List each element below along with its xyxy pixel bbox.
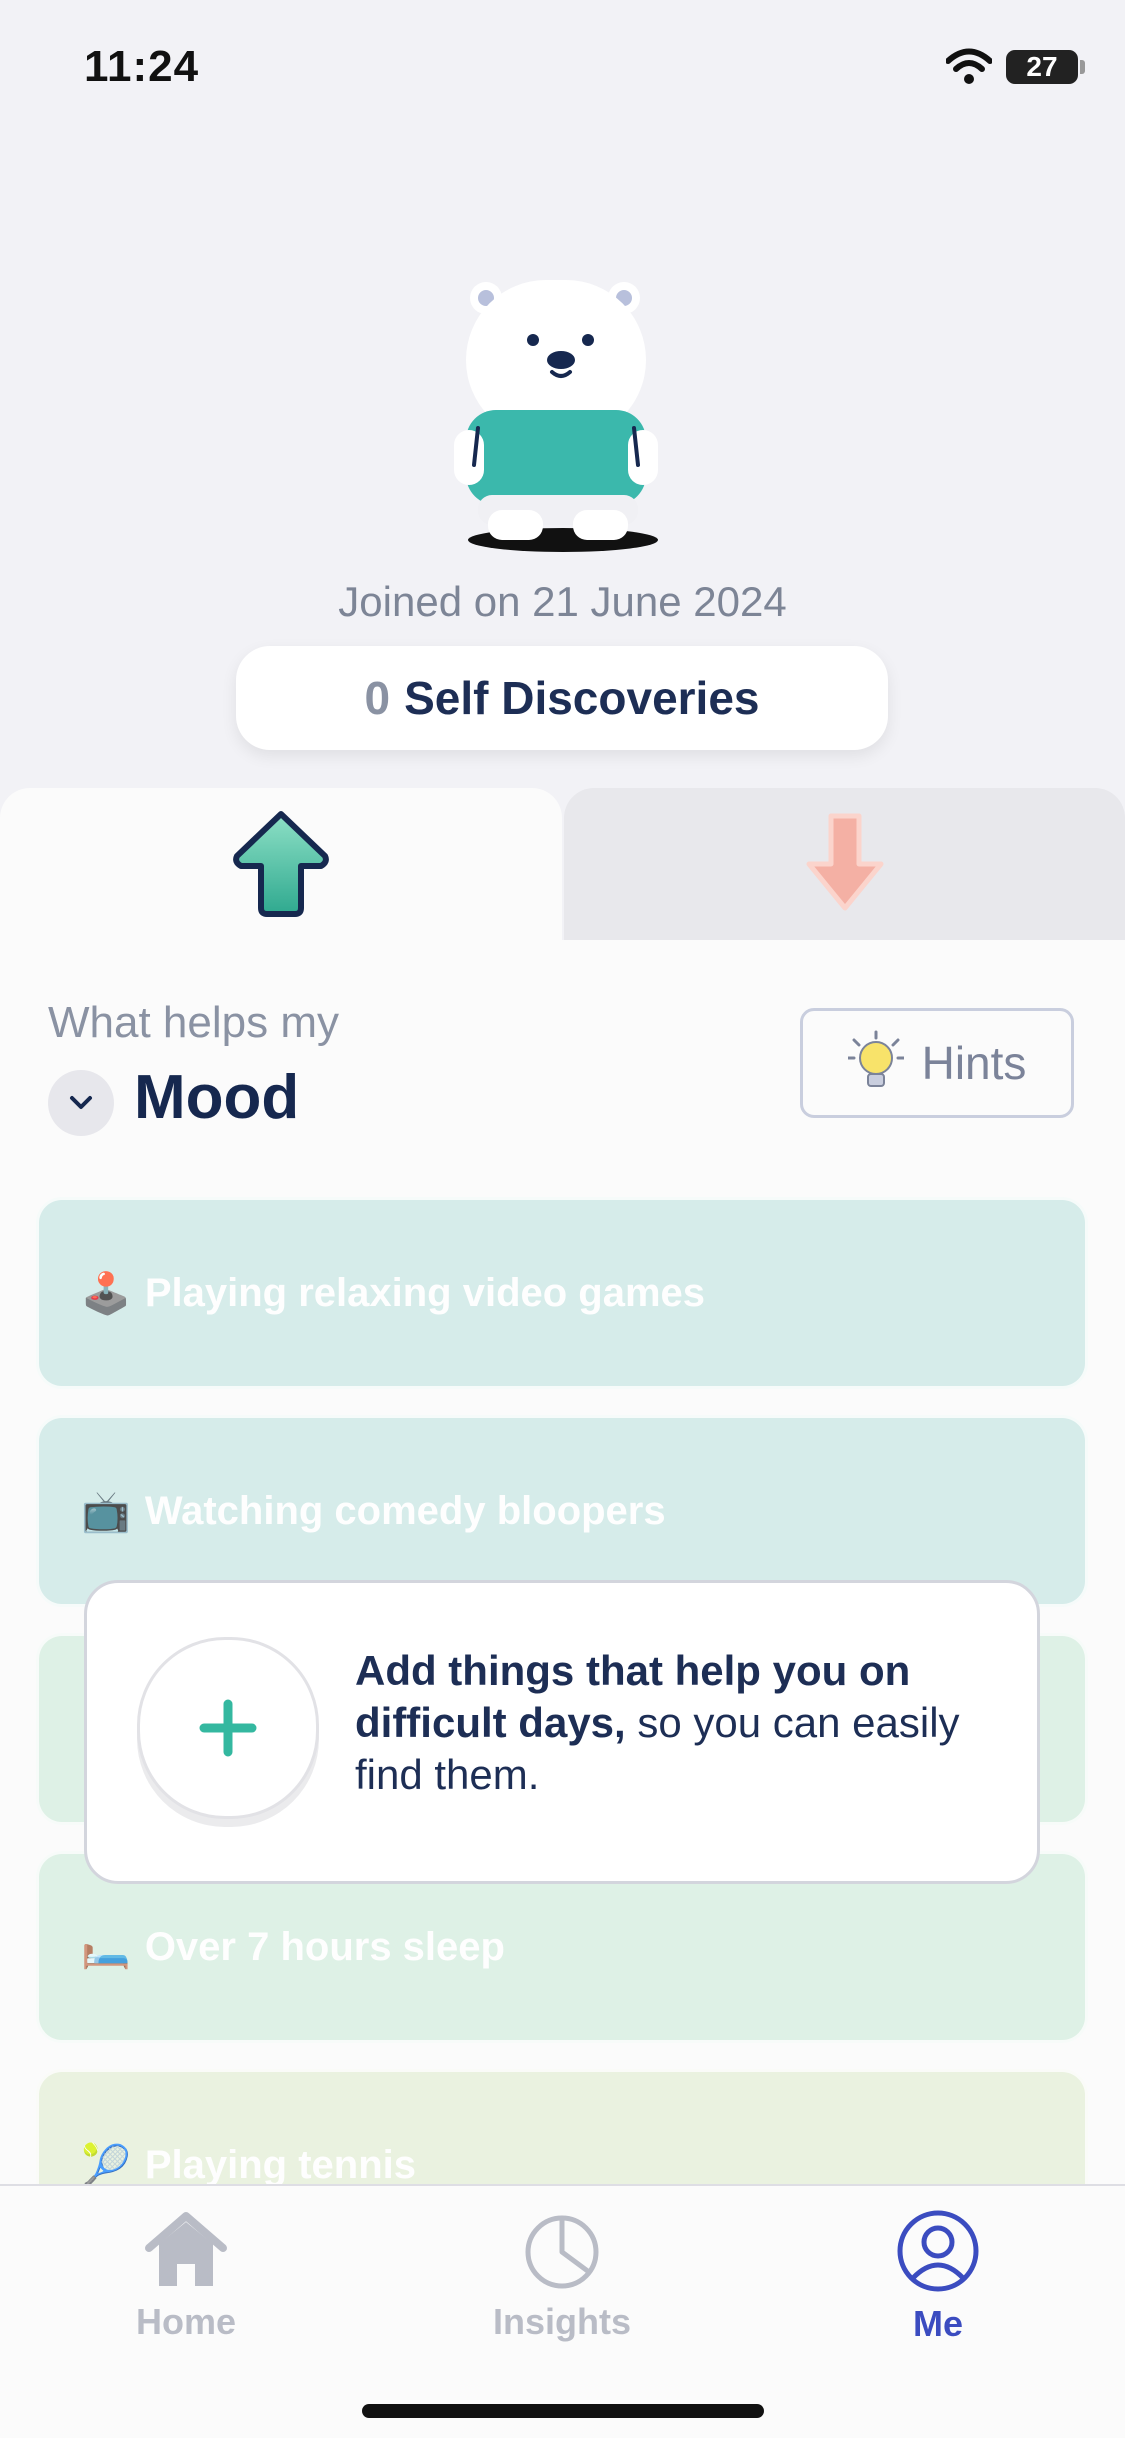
item-emoji: 📺 — [81, 1489, 131, 1534]
list-item[interactable]: 📺 Watching comedy bloopers — [36, 1415, 1088, 1607]
nav-home[interactable]: Home — [86, 2210, 286, 2343]
profile-icon — [897, 2210, 979, 2292]
nav-me-label: Me — [912, 2303, 963, 2344]
discoveries-label: Self Discoveries — [404, 672, 760, 724]
item-emoji: 🎾 — [81, 2143, 131, 2186]
add-helpers-prompt: Add things that help you on difficult da… — [84, 1580, 1040, 1884]
pie-chart-icon — [525, 2215, 599, 2289]
item-emoji: 🛏️ — [81, 1925, 131, 1970]
wifi-icon — [946, 48, 992, 84]
self-discoveries-pill[interactable]: 0 Self Discoveries — [236, 646, 888, 750]
section-header: What helps my Mood Hints — [0, 940, 1125, 1175]
chevron-down-icon — [70, 1096, 92, 1109]
hints-label: Hints — [921, 1037, 1027, 1089]
home-indicator — [362, 2404, 764, 2418]
down-arrow-icon — [806, 813, 883, 911]
item-label: Playing tennis — [144, 2142, 416, 2186]
item-label: Over 7 hours sleep — [144, 1924, 505, 1969]
status-time: 11:24 — [84, 42, 200, 91]
item-label: Watching comedy bloopers — [144, 1488, 666, 1533]
list-item[interactable]: 🎾 Playing tennis — [36, 2069, 1088, 2185]
battery-level: 27 — [1026, 51, 1058, 82]
battery-indicator: 27 — [1006, 50, 1078, 84]
tab-helps[interactable] — [0, 788, 562, 940]
what-helps-label: What helps my — [48, 998, 339, 1047]
list-item[interactable]: 🕹️ Playing relaxing video games — [36, 1197, 1088, 1389]
bottom-nav: Home Insights Me — [0, 2184, 1125, 2438]
nav-insights-label: Insights — [492, 2301, 631, 2342]
bear-avatar — [454, 280, 658, 552]
home-icon — [145, 2212, 227, 2286]
status-bar: 11:24 27 — [0, 0, 1125, 140]
nav-insights[interactable]: Insights — [462, 2210, 662, 2343]
item-emoji: 🕹️ — [81, 1271, 131, 1316]
item-label: Playing relaxing video games — [144, 1270, 706, 1315]
add-item-button[interactable] — [137, 1637, 319, 1819]
up-arrow-icon — [233, 811, 329, 917]
tab-hinders[interactable] — [564, 788, 1125, 940]
joined-date: Joined on 21 June 2024 — [338, 578, 787, 625]
nav-me[interactable]: Me — [838, 2210, 1038, 2345]
nav-home-label: Home — [135, 2301, 237, 2342]
hints-button[interactable]: Hints — [800, 1008, 1074, 1118]
battery-nub — [1080, 60, 1085, 74]
category-title[interactable]: Mood — [134, 1062, 299, 1133]
lightbulb-icon — [847, 1030, 904, 1087]
category-dropdown-button[interactable] — [48, 1070, 114, 1136]
discoveries-count: 0 — [364, 672, 391, 724]
plus-icon — [199, 1699, 257, 1757]
prompt-text: Add things that help you on difficult da… — [355, 1645, 995, 1801]
